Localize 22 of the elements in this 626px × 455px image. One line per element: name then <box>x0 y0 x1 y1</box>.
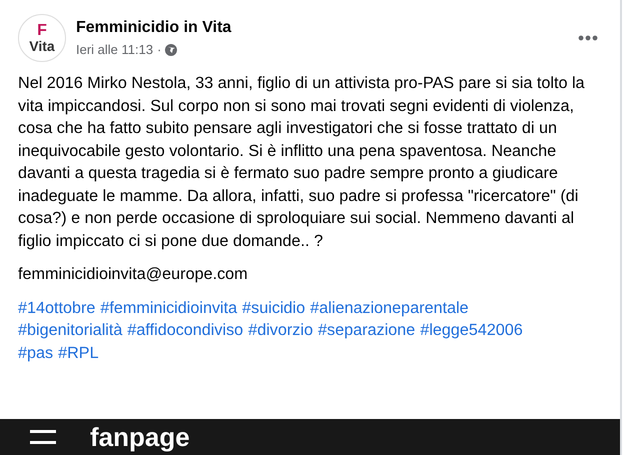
hashtag-link[interactable]: #pas <box>18 342 54 364</box>
hashtag-link[interactable]: #14ottobre <box>18 296 96 319</box>
hashtag-link[interactable]: #bigenitorialità <box>18 319 122 342</box>
hashtag-link[interactable]: #affidocondiviso <box>127 319 244 342</box>
hashtag-link[interactable]: #legge542006 <box>420 319 523 342</box>
email-text: femminicidioinvita@europe.com <box>18 264 249 285</box>
site-logo-text: fanpage <box>90 424 190 450</box>
post-text: Nel 2016 Mirko Nestola, 33 anni, figlio di un attivista pro-PAS pare si sia tolto la vita impiccandosi. Sul corpo non si sono mai trovati segni evidenti di violenza, cosa che ha fatto subito pensare agli investigatori che si fosse trattato di un inequivocabile gesto volontario. Si è inflitto una pena spaventosa. Neanche davanti a questa tragedia si è fermato suo padre sempre pronto a giudicare inadeguate le mamme. Da allora, infatti, suo padre si professa "ricercatore" (di cosa?) e non perde occasione di sproloquiare sui social. Nemmeno davanti al figlio impiccato ci si pone due domande.. ? <box>18 73 586 252</box>
hashtag-link[interactable]: #alienazioneparentale <box>310 296 469 319</box>
menu-icon <box>30 430 56 444</box>
separator-dot: · <box>157 41 162 60</box>
hashtag-link[interactable]: #femminicidioinvita <box>100 296 238 319</box>
globe-icon <box>165 44 178 56</box>
hashtag-link[interactable]: #suicidio <box>242 296 306 319</box>
hashtag-link[interactable]: #divorzio <box>248 319 313 342</box>
hashtag-link[interactable]: #RPL <box>58 342 99 364</box>
more-icon <box>578 34 598 41</box>
author-name[interactable]: Femminicidio in Vita <box>76 16 232 40</box>
hashtag-link[interactable]: #separazione <box>318 319 416 342</box>
link-preview-banner[interactable]: fanpage <box>0 419 620 455</box>
post-time[interactable]: Ieri alle 11:13 <box>76 40 154 60</box>
avatar-logo[interactable]: F Vita <box>18 14 66 62</box>
